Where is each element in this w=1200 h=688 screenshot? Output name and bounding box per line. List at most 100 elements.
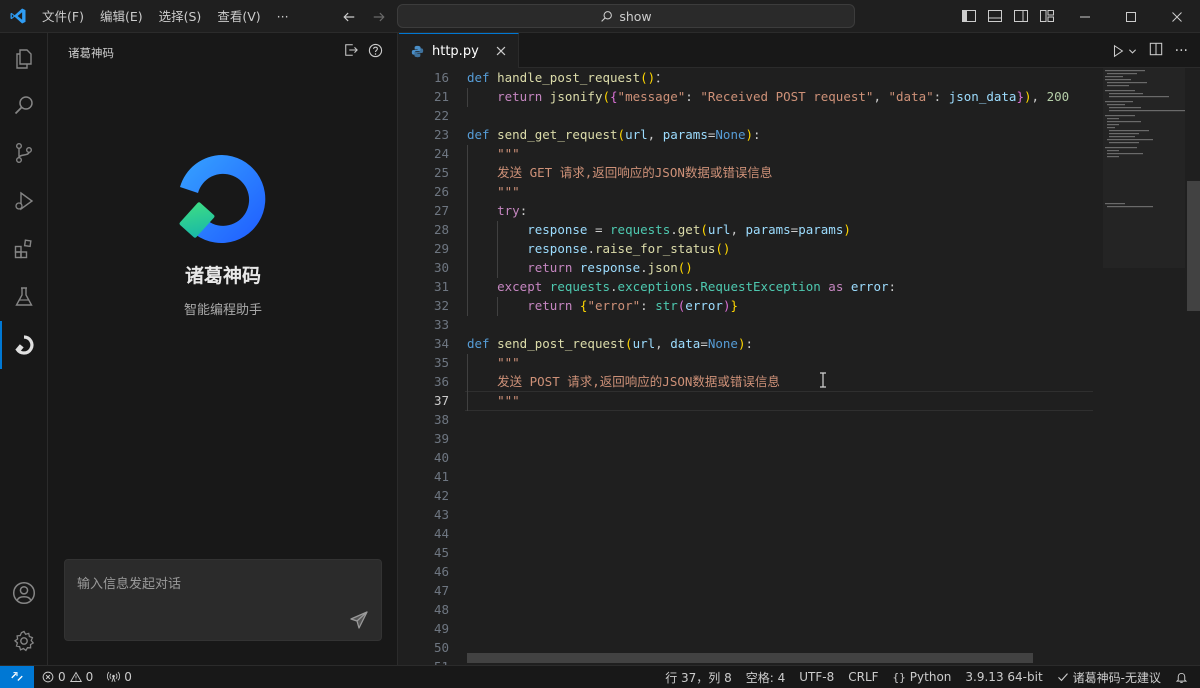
code-token: error <box>685 298 723 313</box>
back-arrow-icon[interactable] <box>338 6 360 28</box>
search-label: show <box>619 8 652 24</box>
code-token: response <box>579 260 641 275</box>
tab-http-py[interactable]: http.py <box>399 33 519 68</box>
code-token: . <box>587 241 595 256</box>
search-view-icon[interactable] <box>0 81 48 129</box>
code-editor[interactable]: 16 21 22 23 24 25 26 27 28 29 30 31 32 33 34 35 36 37 38 39… <box>399 68 1200 665</box>
code-line: 发送 GET 请求,返回响应的JSON数据或错误信息 <box>467 163 1107 182</box>
menu-file[interactable]: 文件(F) <box>34 0 92 33</box>
cursor-position[interactable]: 行 37，列 8 <box>665 669 732 686</box>
line-number: 40 <box>433 450 449 465</box>
more-actions-icon[interactable]: ··· <box>1175 44 1188 58</box>
end-of-line[interactable]: CRLF <box>848 670 878 684</box>
command-center-search[interactable]: show <box>397 4 855 28</box>
code-token: json_data <box>948 89 1017 104</box>
send-icon[interactable] <box>349 610 369 630</box>
forward-arrow-icon[interactable] <box>368 6 390 28</box>
vertical-scrollbar[interactable] <box>1187 181 1200 311</box>
code-line: """ <box>467 182 1107 201</box>
run-file-icon[interactable] <box>1111 44 1137 58</box>
code-token: response <box>527 241 588 256</box>
code-token: , <box>647 127 663 142</box>
code-token: None <box>707 336 738 351</box>
menu-view[interactable]: 查看(V) <box>209 0 268 33</box>
minimize-button[interactable] <box>1062 0 1108 33</box>
extensions-icon[interactable] <box>0 225 48 273</box>
chevron-down-icon[interactable] <box>1128 47 1137 56</box>
code-token: RequestException <box>700 279 821 294</box>
line-number: 30 <box>433 260 449 275</box>
toggle-primary-sidebar-icon[interactable] <box>960 6 978 26</box>
python-interpreter[interactable]: 3.9.13 64-bit <box>965 670 1042 684</box>
menu-bar: 文件(F) 编辑(E) 选择(S) 查看(V) ··· <box>34 0 297 33</box>
code-token: { <box>610 89 618 104</box>
menu-more[interactable]: ··· <box>269 0 297 33</box>
language-mode[interactable]: {} Python <box>893 670 952 684</box>
source-control-icon[interactable] <box>0 129 48 177</box>
line-number: 28 <box>433 222 449 237</box>
encoding[interactable]: UTF-8 <box>799 670 834 684</box>
check-icon <box>1057 673 1068 682</box>
minimap[interactable] <box>1103 68 1185 665</box>
horizontal-scrollbar[interactable] <box>467 653 1033 663</box>
line-number: 42 <box>433 488 449 503</box>
menu-edit[interactable]: 编辑(E) <box>92 0 151 33</box>
text-cursor-icon <box>820 372 826 388</box>
maximize-button[interactable] <box>1108 0 1154 33</box>
code-token: 200 <box>1046 89 1070 104</box>
code-lines: def handle_post_request()： return jsonif… <box>467 68 1107 410</box>
code-token: """ <box>497 393 520 408</box>
code-token: return <box>527 260 580 275</box>
vscode-logo-icon[interactable] <box>9 7 27 25</box>
code-token: () <box>677 260 693 275</box>
code-token: response <box>527 222 588 237</box>
line-number: 24 <box>433 146 449 161</box>
code-token: "Received POST request" <box>700 89 874 104</box>
run-debug-icon[interactable] <box>0 177 48 225</box>
line-number: 38 <box>433 412 449 427</box>
notifications-bell-icon[interactable] <box>1175 671 1188 684</box>
close-window-button[interactable] <box>1154 0 1200 33</box>
code-token: ( <box>700 222 708 237</box>
code-token: ) <box>737 336 746 351</box>
code-token: ( <box>602 89 611 104</box>
problems-status[interactable]: 0 0 <box>42 670 93 684</box>
customize-layout-icon[interactable] <box>1038 6 1056 26</box>
chat-input[interactable]: 输入信息发起对话 <box>64 559 382 641</box>
ports-status[interactable]: 0 <box>107 670 132 684</box>
code-token: . <box>640 260 648 275</box>
settings-gear-icon[interactable] <box>0 617 48 665</box>
code-token: : <box>745 336 754 351</box>
menu-selection[interactable]: 选择(S) <box>151 0 210 33</box>
code-token: exceptions <box>617 279 693 294</box>
help-icon[interactable] <box>368 43 383 62</box>
remote-indicator-button[interactable] <box>0 666 34 688</box>
search-icon <box>601 10 613 22</box>
toggle-panel-icon[interactable] <box>986 6 1004 26</box>
toggle-secondary-sidebar-icon[interactable] <box>1012 6 1030 26</box>
testing-flask-icon[interactable] <box>0 273 48 321</box>
indentation[interactable]: 空格: 4 <box>746 669 786 686</box>
code-token: 发送 POST 请求,返回响应的JSON数据或错误信息 <box>497 374 780 389</box>
line-number: 27 <box>433 203 449 218</box>
explorer-icon[interactable] <box>0 35 48 83</box>
code-token: : <box>753 127 761 142</box>
remote-icon <box>11 672 23 681</box>
close-icon[interactable] <box>494 44 508 58</box>
accounts-icon[interactable] <box>0 569 48 617</box>
code-token: = <box>587 222 611 237</box>
split-editor-icon[interactable] <box>1149 42 1163 60</box>
line-number: 50 <box>433 640 449 655</box>
code-token: params <box>662 127 708 142</box>
code-line: return jsonify({"message": "Received POS… <box>467 87 1107 106</box>
code-line: """ <box>467 391 1107 410</box>
logout-icon[interactable] <box>344 43 358 62</box>
zhuge-extension-icon[interactable] <box>0 321 48 369</box>
zhuge-extension-status[interactable]: 诸葛神码-无建议 <box>1057 669 1161 686</box>
